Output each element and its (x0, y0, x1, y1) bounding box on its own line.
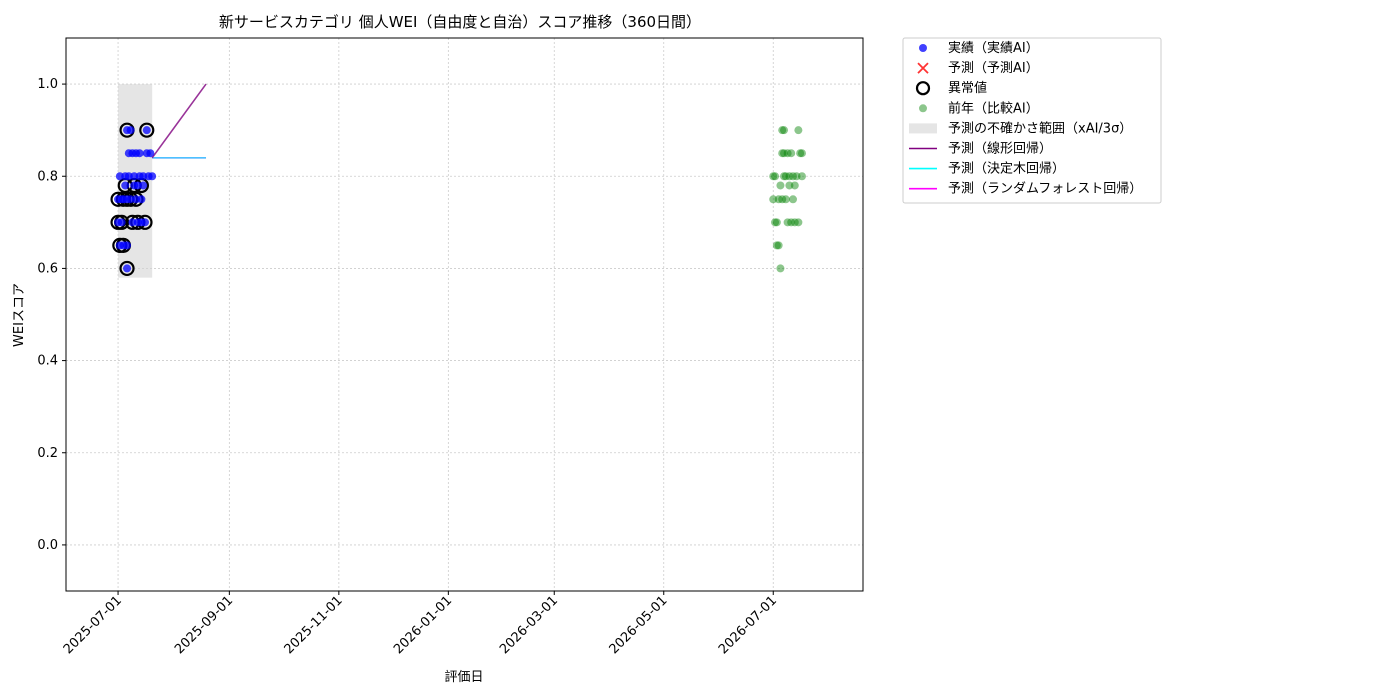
previous-year-point (797, 149, 806, 158)
actual-point (123, 241, 132, 250)
legend-label: 予測（線形回帰） (948, 141, 1052, 157)
legend-label: 予測（ランダムフォレスト回帰） (948, 181, 1142, 197)
actual-point (121, 181, 130, 190)
actual-point (126, 126, 135, 135)
y-tick-label: 0.8 (37, 169, 58, 184)
previous-year-point (790, 181, 799, 190)
legend: 実績（実績AI） 予測（予測AI） 異常値前年（比較AI） 予測の不確かさ範囲（xAI… (902, 37, 1162, 204)
x-tick-label: 2026-01-01 (391, 593, 455, 657)
previous-year-point (776, 181, 785, 190)
previous-year-point (797, 172, 806, 181)
actual-point (137, 195, 146, 204)
y-tick-label: 0.6 (37, 261, 58, 276)
x-tick-label: 2025-07-01 (61, 593, 125, 657)
actual-point (123, 264, 132, 273)
y-axis-title: WEIスコア (12, 283, 27, 347)
plot-frame (65, 37, 864, 592)
previous-year-point (774, 241, 783, 250)
y-tick-label: 1.0 (37, 77, 58, 92)
legend-previous-year-marker (919, 104, 927, 113)
x-tick-label: 2026-07-01 (716, 593, 780, 657)
actual-point (146, 149, 155, 158)
chart: 0.0 0.2 0.4 0.6 0.8 1.0 2025-07-01 2025-09-01 20… (12, 13, 1162, 685)
x-tick-label: 2025-11-01 (282, 593, 346, 657)
actual-point (148, 172, 157, 181)
actual-point (139, 181, 148, 190)
actual-point (135, 149, 144, 158)
chart-title: 新サービスカテゴリ 個人WEI（自由度と自治）スコア推移（360日間） (219, 13, 701, 31)
previous-year-point (788, 195, 797, 204)
previous-year-point (794, 218, 803, 227)
previous-year-point (781, 195, 790, 204)
legend-label: 予測（予測AI） (948, 61, 1039, 76)
x-tick-label: 2026-05-01 (607, 593, 671, 657)
y-tick-label: 0.4 (37, 354, 58, 369)
y-tick-label: 0.0 (37, 538, 58, 553)
x-axis-title: 評価日 (444, 670, 483, 685)
legend-label: 異常値 (948, 80, 987, 96)
previous-year-point (794, 126, 803, 135)
x-tick-label: 2025-09-01 (172, 593, 236, 657)
legend-label: 予測の不確かさ範囲（xAI/3σ） (948, 120, 1132, 136)
legend-uncertainty-swatch (909, 123, 937, 134)
previous-year-point (776, 264, 785, 273)
actual-point (142, 126, 151, 135)
previous-year-point (771, 172, 780, 181)
previous-year-point (772, 218, 781, 227)
previous-year-point (787, 149, 796, 158)
actual-point (140, 218, 149, 227)
legend-actual-marker (919, 44, 927, 52)
legend-label: 予測（決定木回帰） (948, 161, 1065, 177)
legend-label: 前年（比較AI） (948, 100, 1039, 116)
legend-label: 実績（実績AI） (948, 40, 1039, 56)
x-tick-label: 2026-03-01 (497, 593, 561, 657)
y-tick-label: 0.2 (37, 446, 58, 461)
actual-point (117, 218, 126, 227)
previous-year-point (780, 126, 789, 135)
regression-line-0 (151, 83, 207, 159)
